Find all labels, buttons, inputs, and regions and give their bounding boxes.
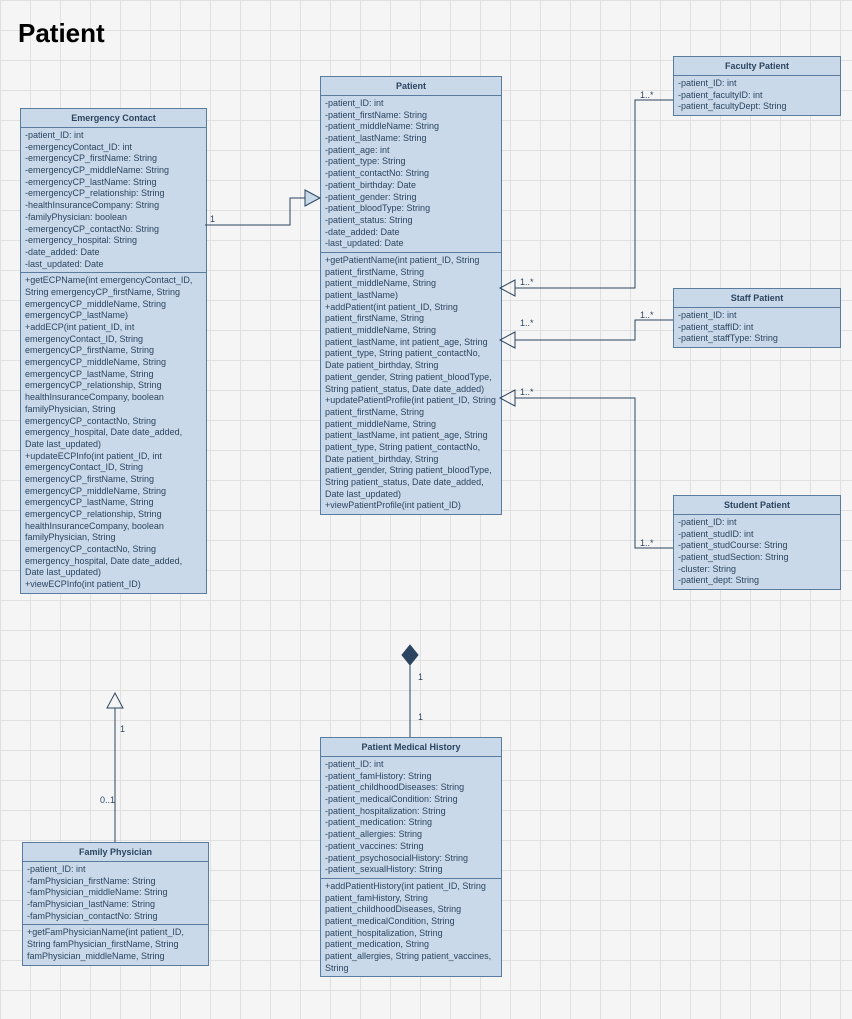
line: -patient_lastName: String — [325, 133, 497, 145]
line: -patient_staffID: int — [678, 322, 836, 334]
line: -emergencyCP_relationship: String — [25, 188, 202, 200]
line: -patient_middleName: String — [325, 121, 497, 133]
mult-stp2: 1..* — [520, 387, 534, 397]
line: -patient_ID: int — [27, 864, 204, 876]
mult-sp2: 1..* — [520, 318, 534, 328]
line: -patient_vaccines: String — [325, 841, 497, 853]
line: -patient_psychosocialHistory: String — [325, 853, 497, 865]
line: +addPatient(int patient_ID, String patie… — [325, 302, 497, 396]
line: -patient_firstName: String — [325, 110, 497, 122]
line: -patient_bloodType: String — [325, 203, 497, 215]
class-emergency-contact-name: Emergency Contact — [21, 109, 206, 128]
line: -patient_studID: int — [678, 529, 836, 541]
class-emergency-contact-attrs: -patient_ID: int-emergencyContact_ID: in… — [21, 128, 206, 273]
line: +addECP(int patient_ID, int emergencyCon… — [25, 322, 202, 451]
line: +getFamPhysicianName(int patient_ID, Str… — [27, 927, 204, 962]
line: +viewECPInfo(int patient_ID) — [25, 579, 202, 591]
line: -patient_allergies: String — [325, 829, 497, 841]
mult-fph-top: 1 — [120, 724, 125, 734]
line: -patient_facultyID: int — [678, 90, 836, 102]
line: -patient_studSection: String — [678, 552, 836, 564]
line: -patient_childhoodDiseases: String — [325, 782, 497, 794]
line: -patient_status: String — [325, 215, 497, 227]
page-title: Patient — [18, 18, 105, 49]
line: -famPhysician_firstName: String — [27, 876, 204, 888]
mult-pmh-top: 1 — [418, 672, 423, 682]
line: -patient_hospitalization: String — [325, 806, 497, 818]
line: -date_added: Date — [25, 247, 202, 259]
line: -cluster: String — [678, 564, 836, 576]
class-family-physician: Family Physician -patient_ID: int-famPhy… — [22, 842, 209, 966]
class-faculty-patient: Faculty Patient -patient_ID: int-patient… — [673, 56, 841, 116]
line: -patient_facultyDept: String — [678, 101, 836, 113]
line: -patient_sexualHistory: String — [325, 864, 497, 876]
mult-fp2: 1..* — [520, 277, 534, 287]
line: -emergency_hospital: String — [25, 235, 202, 247]
class-student-patient-name: Student Patient — [674, 496, 840, 515]
line: -last_updated: Date — [325, 238, 497, 250]
line: -patient_gender: String — [325, 192, 497, 204]
class-staff-patient-attrs: -patient_ID: int-patient_staffID: int-pa… — [674, 308, 840, 347]
class-emergency-contact: Emergency Contact -patient_ID: int-emerg… — [20, 108, 207, 594]
class-staff-patient-name: Staff Patient — [674, 289, 840, 308]
line: -patient_ID: int — [25, 130, 202, 142]
line: -patient_medication: String — [325, 817, 497, 829]
line: +viewPatientProfile(int patient_ID) — [325, 500, 497, 512]
class-student-patient: Student Patient -patient_ID: int-patient… — [673, 495, 841, 590]
line: -patient_birthday: Date — [325, 180, 497, 192]
class-patient-medical-history-name: Patient Medical History — [321, 738, 501, 757]
class-family-physician-attrs: -patient_ID: int-famPhysician_firstName:… — [23, 862, 208, 925]
class-family-physician-methods: +getFamPhysicianName(int patient_ID, Str… — [23, 925, 208, 964]
line: -patient_studCourse: String — [678, 540, 836, 552]
line: -emergencyCP_firstName: String — [25, 153, 202, 165]
class-patient-medical-history-attrs: -patient_ID: int-patient_famHistory: Str… — [321, 757, 501, 879]
class-student-patient-attrs: -patient_ID: int-patient_studID: int-pat… — [674, 515, 840, 589]
line: -emergencyCP_lastName: String — [25, 177, 202, 189]
line: -patient_dept: String — [678, 575, 836, 587]
class-staff-patient: Staff Patient -patient_ID: int-patient_s… — [673, 288, 841, 348]
line: -patient_ID: int — [325, 759, 497, 771]
class-patient-medical-history: Patient Medical History -patient_ID: int… — [320, 737, 502, 977]
line: +addPatientHistory(int patient_ID, Strin… — [325, 881, 497, 975]
line: +updateECPInfo(int patient_ID, int emerg… — [25, 451, 202, 580]
line: +getPatientName(int patient_ID, String p… — [325, 255, 497, 302]
line: -last_updated: Date — [25, 259, 202, 271]
line: +getECPName(int emergencyContact_ID, Str… — [25, 275, 202, 322]
mult-sp: 1..* — [640, 310, 654, 320]
class-faculty-patient-attrs: -patient_ID: int-patient_facultyID: int-… — [674, 76, 840, 115]
line: -patient_staffType: String — [678, 333, 836, 345]
line: -patient_age: int — [325, 145, 497, 157]
class-patient-attrs: -patient_ID: int-patient_firstName: Stri… — [321, 96, 501, 253]
class-emergency-contact-methods: +getECPName(int emergencyContact_ID, Str… — [21, 273, 206, 593]
line: +updatePatientProfile(int patient_ID, St… — [325, 395, 497, 500]
class-patient-methods: +getPatientName(int patient_ID, String p… — [321, 253, 501, 514]
line: -emergencyCP_contactNo: String — [25, 224, 202, 236]
mult-ec-1: 1 — [210, 214, 215, 224]
mult-fph-bot: 0..1 — [100, 795, 115, 805]
line: -date_added: Date — [325, 227, 497, 239]
class-patient: Patient -patient_ID: int-patient_firstNa… — [320, 76, 502, 515]
mult-stp: 1..* — [640, 538, 654, 548]
line: -emergencyCP_middleName: String — [25, 165, 202, 177]
class-family-physician-name: Family Physician — [23, 843, 208, 862]
line: -famPhysician_contactNo: String — [27, 911, 204, 923]
line: -patient_ID: int — [325, 98, 497, 110]
line: -patient_medicalCondition: String — [325, 794, 497, 806]
class-patient-name: Patient — [321, 77, 501, 96]
line: -healthInsuranceCompany: String — [25, 200, 202, 212]
line: -patient_ID: int — [678, 78, 836, 90]
line: -patient_ID: int — [678, 310, 836, 322]
mult-pmh-bot: 1 — [418, 712, 423, 722]
line: -patient_type: String — [325, 156, 497, 168]
line: -patient_ID: int — [678, 517, 836, 529]
line: -familyPhysician: boolean — [25, 212, 202, 224]
mult-fp: 1..* — [640, 90, 654, 100]
line: -patient_contactNo: String — [325, 168, 497, 180]
line: -emergencyContact_ID: int — [25, 142, 202, 154]
class-patient-medical-history-methods: +addPatientHistory(int patient_ID, Strin… — [321, 879, 501, 977]
class-faculty-patient-name: Faculty Patient — [674, 57, 840, 76]
line: -patient_famHistory: String — [325, 771, 497, 783]
line: -famPhysician_lastName: String — [27, 899, 204, 911]
line: -famPhysician_middleName: String — [27, 887, 204, 899]
